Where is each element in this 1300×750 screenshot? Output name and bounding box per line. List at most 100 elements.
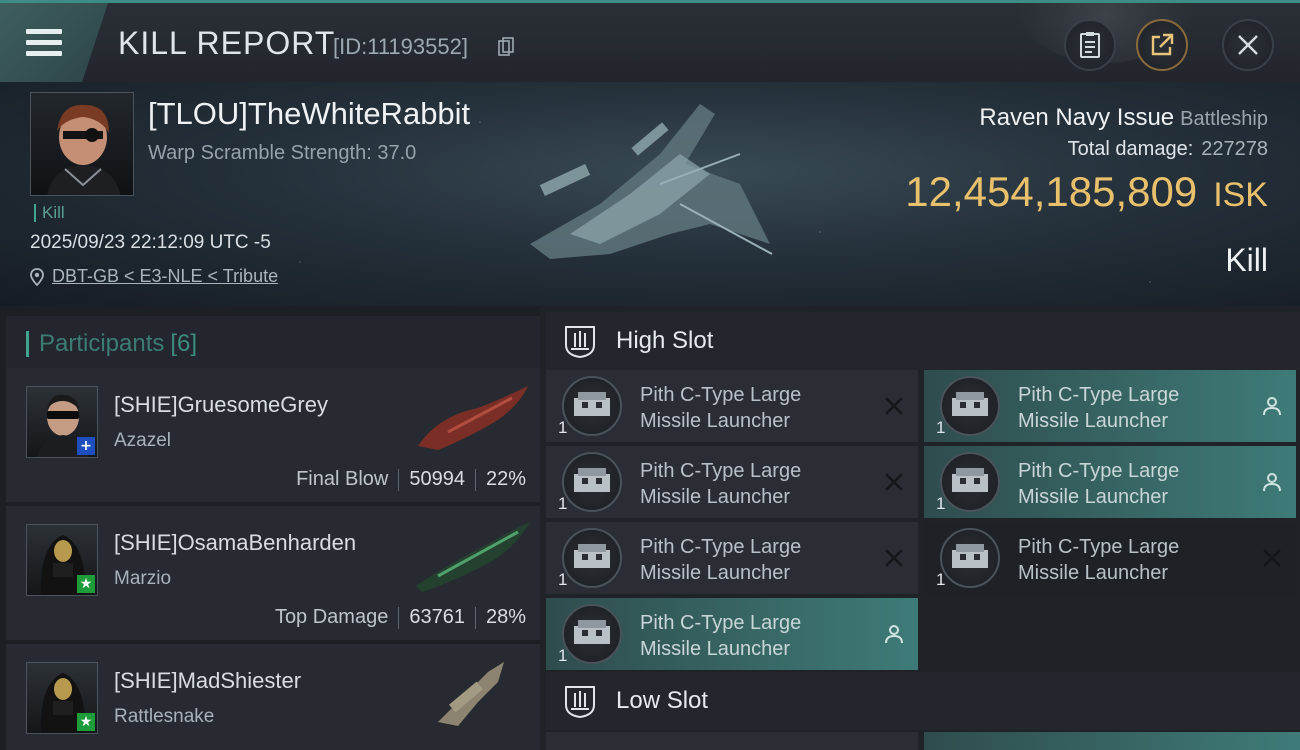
high-slot-label: High Slot — [616, 327, 714, 354]
participant-stats: Top Damage 63761 28% — [275, 606, 526, 629]
module-name: Pith C-Type Large Missile Launcher — [640, 534, 860, 586]
isk-unit: ISK — [1213, 176, 1268, 214]
victim-ship: Raven Navy Issue Battleship — [979, 104, 1268, 132]
launcher-module-icon — [940, 528, 1000, 588]
participant-ship: Azazel — [114, 430, 172, 451]
total-damage-value: 227278 — [1201, 138, 1268, 160]
participant-role: Top Damage — [274, 606, 389, 628]
launcher-module-icon — [562, 376, 622, 436]
participant-stats: Final Blow 50994 22% — [296, 468, 526, 491]
launcher-module-icon — [562, 452, 622, 512]
destroyed-icon — [885, 549, 903, 567]
victim-portrait[interactable] — [30, 92, 134, 196]
participant-badge: ★ — [77, 575, 95, 593]
module-quantity: 1 — [558, 646, 568, 665]
participant-name[interactable]: [SHIE]OsamaBenharden — [114, 530, 356, 556]
clipboard-icon — [1080, 32, 1100, 58]
module-item[interactable]: 1 Pith C-Type Large Missile Launcher — [546, 522, 918, 594]
module-quantity: 1 — [936, 494, 946, 513]
kill-location[interactable]: DBT-GB < E3-NLE < Tribute — [30, 266, 278, 287]
participant-row[interactable]: + [SHIE]GruesomeGrey Azazel Final Blow 5… — [6, 368, 540, 502]
module-item[interactable]: 1 Pith C-Type Large Missile Launcher — [924, 522, 1296, 594]
menu-button[interactable] — [0, 3, 108, 82]
module-name-line2: Missile Launcher — [640, 638, 791, 660]
copy-icon[interactable] — [498, 37, 514, 57]
participant-percent: 22% — [485, 468, 526, 490]
divider — [474, 606, 476, 629]
isk-value: 12,454,185,809 ISK — [905, 168, 1268, 216]
dropped-person-icon — [1263, 397, 1281, 416]
dropped-person-icon — [885, 625, 903, 644]
participant-row[interactable]: ★ [SHIE]MadShiester Rattlesnake — [6, 644, 540, 750]
kill-datetime: 2025/09/23 22:12:09 UTC -5 — [30, 232, 271, 253]
participant-name[interactable]: [SHIE]GruesomeGrey — [114, 392, 328, 418]
participant-avatar[interactable]: ★ — [26, 524, 98, 596]
low-slot-label: Low Slot — [616, 687, 709, 714]
module-quantity: 1 — [558, 570, 568, 589]
report-id: [ID:11193552] — [333, 34, 468, 59]
participant-avatar[interactable]: ★ — [26, 662, 98, 734]
launcher-module-icon — [940, 452, 1000, 512]
clipboard-button[interactable] — [1064, 19, 1116, 71]
module-name-line1: Pith C-Type Large — [1018, 536, 1180, 558]
module-quantity: 1 — [936, 418, 946, 437]
divider — [398, 606, 400, 629]
participant-damage: 50994 — [409, 468, 465, 490]
close-button[interactable] — [1222, 19, 1274, 71]
module-item[interactable]: 1 Pith C-Type Large Missile Launcher — [924, 370, 1296, 442]
participant-role: Final Blow — [296, 468, 389, 490]
victim-name[interactable]: [TLOU]TheWhiteRabbit — [148, 96, 470, 132]
share-button[interactable] — [1136, 19, 1188, 71]
participant-row[interactable]: ★ [SHIE]OsamaBenharden Marzio Top Damage… — [6, 506, 540, 640]
module-quantity: 1 — [558, 418, 568, 437]
participant-badge: + — [77, 437, 95, 455]
participants-header: Participants [6] — [6, 316, 540, 372]
launcher-module-icon — [562, 528, 622, 588]
dropped-person-icon — [1263, 473, 1281, 492]
ship-name[interactable]: Raven Navy Issue — [979, 104, 1174, 131]
participant-ship-image — [416, 522, 530, 592]
participant-avatar[interactable]: + — [26, 386, 98, 458]
module-name-line2: Missile Launcher — [640, 562, 791, 584]
module-name-line1: Pith C-Type Large — [1018, 384, 1180, 406]
location-link[interactable]: DBT-GB < E3-NLE < Tribute — [52, 266, 278, 287]
launcher-module-icon — [562, 604, 622, 664]
participant-name[interactable]: [SHIE]MadShiester — [114, 668, 301, 694]
module-name-line1: Pith C-Type Large — [640, 384, 802, 406]
module-item[interactable]: 1 Pith C-Type Large Missile Launcher — [546, 598, 918, 670]
fitting-panel: High Slot 1 Pith C-Type Large Missile La… — [540, 306, 1300, 750]
module-name: Pith C-Type Large Missile Launcher — [1018, 458, 1238, 510]
high-slot-header: High Slot — [546, 312, 1300, 370]
module-name-line2: Missile Launcher — [640, 486, 791, 508]
divider — [474, 468, 476, 491]
module-item[interactable]: 1 Pith C-Type Large Missile Launcher — [546, 370, 918, 442]
participant-damage: 63761 — [409, 606, 465, 628]
participants-count: [6] — [170, 330, 198, 357]
participants-panel: Participants [6] + [SHIE]GruesomeGrey Az… — [0, 306, 540, 750]
ship-class: Battleship — [1180, 108, 1268, 130]
warp-scramble-strength: Warp Scramble Strength: 37.0 — [148, 142, 417, 164]
module-name: Pith C-Type Large Missile Launcher — [1018, 534, 1238, 586]
module-name: Pith C-Type Large Missile Launcher — [640, 458, 860, 510]
module-name-line1: Pith C-Type Large — [1018, 460, 1180, 482]
launcher-module-icon — [940, 376, 1000, 436]
divider — [398, 468, 400, 491]
close-icon — [1238, 35, 1258, 55]
low-slot-module-partial[interactable] — [546, 732, 918, 750]
participant-ship-image — [418, 386, 528, 450]
low-slot-header: Low Slot — [546, 672, 1300, 730]
module-name: Pith C-Type Large Missile Launcher — [640, 382, 860, 434]
module-item[interactable]: 1 Pith C-Type Large Missile Launcher — [924, 446, 1296, 518]
kill-result: Kill — [1225, 242, 1268, 278]
high-slot-icon — [565, 326, 595, 359]
module-item[interactable]: 1 Pith C-Type Large Missile Launcher — [546, 446, 918, 518]
module-name: Pith C-Type Large Missile Launcher — [1018, 382, 1238, 434]
module-name-line2: Missile Launcher — [640, 410, 791, 432]
total-damage: Total damage: 227278 — [1068, 138, 1268, 161]
destroyed-icon — [885, 473, 903, 491]
module-name-line2: Missile Launcher — [1018, 562, 1169, 584]
top-bar: KILL REPORT [ID:11193552] — [0, 0, 1300, 82]
participant-percent: 28% — [485, 606, 526, 628]
low-slot-module-partial[interactable] — [924, 732, 1300, 750]
destroyed-icon — [1263, 549, 1281, 567]
